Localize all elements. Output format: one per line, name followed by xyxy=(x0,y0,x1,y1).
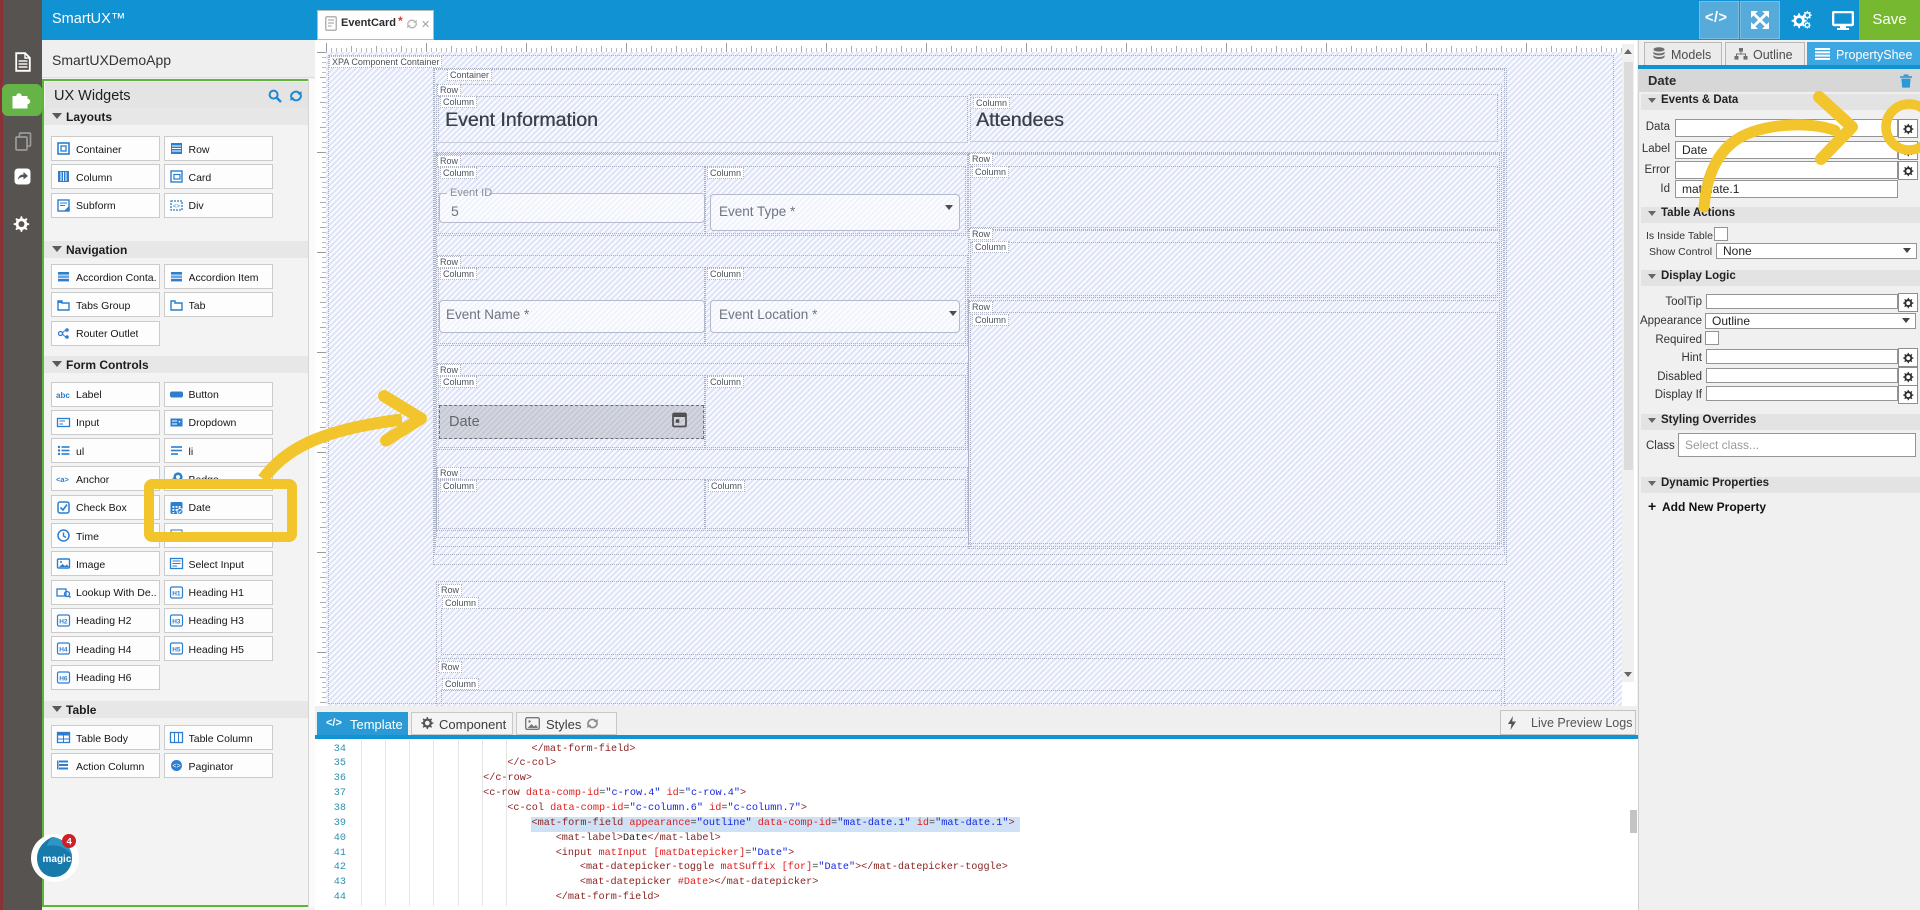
svg-text:magic: magic xyxy=(43,854,72,865)
svg-text:4: 4 xyxy=(67,837,73,848)
